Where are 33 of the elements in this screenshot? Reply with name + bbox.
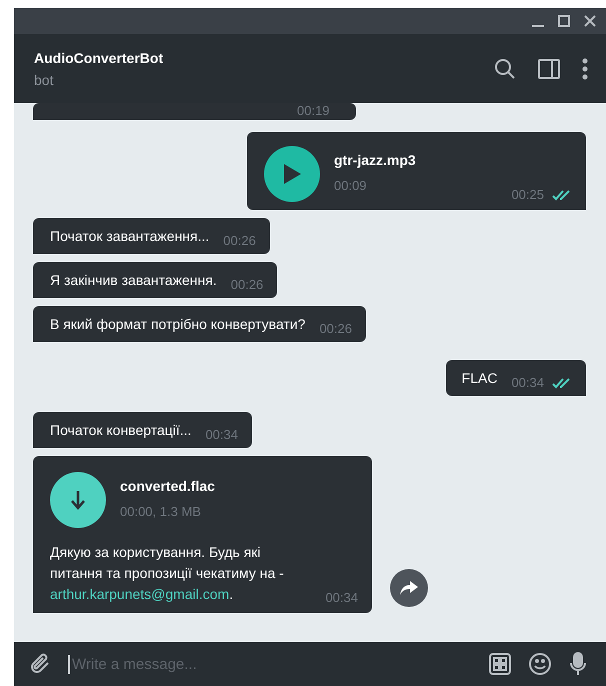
emoji-icon[interactable] bbox=[528, 652, 552, 676]
microphone-icon[interactable] bbox=[568, 652, 588, 676]
forward-button[interactable] bbox=[390, 569, 428, 607]
message-time: 00:34 bbox=[325, 590, 358, 605]
forward-icon bbox=[400, 581, 418, 595]
message-time: 00:26 bbox=[223, 233, 256, 248]
message-text: Дякую за користування. Будь які питання та пропозиції чекатиму на - arthur.karpunets@gmail.com. bbox=[50, 543, 285, 604]
audio-duration: 00:09 bbox=[334, 178, 368, 193]
message-text: Початок конвертації... bbox=[50, 422, 192, 440]
message-time: 00:34 bbox=[205, 427, 238, 442]
audio-file-name: gtr-jazz.mp3 bbox=[334, 152, 417, 168]
search-icon[interactable] bbox=[494, 58, 516, 80]
chat-subtitle: bot bbox=[34, 72, 54, 88]
message-time: 00:26 bbox=[319, 321, 352, 336]
message-time: 00:19 bbox=[297, 103, 330, 118]
file-name: converted.flac bbox=[120, 478, 215, 494]
message-time: 00:34 bbox=[511, 375, 572, 390]
message-text: FLAC bbox=[462, 370, 498, 388]
message-time: 00:25 bbox=[511, 187, 572, 202]
sidebar-toggle-icon[interactable] bbox=[538, 58, 560, 80]
more-icon[interactable] bbox=[582, 58, 588, 80]
maximize-icon[interactable] bbox=[558, 15, 570, 27]
message-text: Я закінчив завантаження. bbox=[50, 272, 217, 290]
download-icon bbox=[70, 490, 86, 510]
message-time: 00:26 bbox=[230, 277, 264, 292]
message-text: В який формат потрібно конвертувати? bbox=[50, 316, 306, 334]
file-info: 00:00, 1.3 MB bbox=[120, 504, 202, 519]
chat-title: AudioConverterBot bbox=[34, 50, 164, 66]
play-icon bbox=[282, 163, 302, 185]
message-text: Початок завантаження... bbox=[50, 228, 210, 246]
close-icon[interactable] bbox=[584, 15, 596, 27]
grid-icon[interactable] bbox=[488, 652, 512, 676]
email-link[interactable]: arthur.karpunets@gmail.com bbox=[50, 586, 230, 602]
